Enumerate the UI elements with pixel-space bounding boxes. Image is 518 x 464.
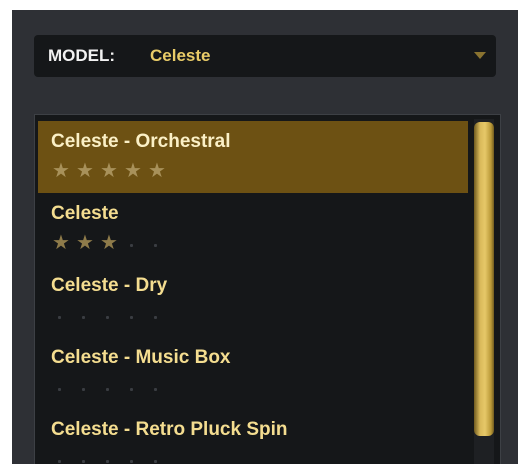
preset-item[interactable]: Celeste - Orchestral ★ ★ ★ ★ ★ — [38, 121, 468, 193]
triangle-down-icon — [474, 52, 486, 59]
preset-list-items: Celeste - Orchestral ★ ★ ★ ★ ★ Celeste ★ ★ ★ C… — [38, 121, 468, 464]
star-filled-icon: ★ — [100, 160, 118, 182]
star-filled-icon: ★ — [52, 160, 70, 182]
star-empty-icon — [52, 449, 76, 464]
preset-item[interactable]: Celeste - Dry — [38, 265, 468, 337]
star-empty-icon — [76, 377, 100, 397]
star-filled-icon: ★ — [148, 160, 166, 182]
preset-name: Celeste - Music Box — [51, 347, 231, 368]
preset-name: Celeste - Orchestral — [51, 131, 231, 152]
preset-name: Celeste — [51, 203, 119, 224]
star-empty-icon — [52, 305, 76, 325]
star-empty-icon — [124, 377, 148, 397]
preset-list: Celeste - Orchestral ★ ★ ★ ★ ★ Celeste ★ ★ ★ C… — [34, 114, 501, 464]
star-empty-icon — [124, 233, 148, 253]
model-label: MODEL: — [48, 46, 116, 65]
star-empty-icon — [148, 305, 172, 325]
preset-item[interactable]: Celeste - Retro Pluck Spin — [38, 409, 468, 464]
star-empty-icon — [148, 233, 172, 253]
star-empty-icon — [148, 377, 172, 397]
rating-stars[interactable] — [52, 449, 172, 464]
preset-item[interactable]: Celeste ★ ★ ★ — [38, 193, 468, 265]
star-empty-icon — [100, 449, 124, 464]
star-empty-icon — [52, 377, 76, 397]
model-value: Celeste — [150, 46, 211, 65]
rating-stars[interactable] — [52, 377, 172, 397]
star-empty-icon — [76, 449, 100, 464]
star-empty-icon — [76, 305, 100, 325]
star-filled-icon: ★ — [76, 160, 94, 182]
star-empty-icon — [100, 377, 124, 397]
star-empty-icon — [124, 449, 148, 464]
star-empty-icon — [124, 305, 148, 325]
star-filled-icon: ★ — [76, 232, 94, 254]
star-filled-icon: ★ — [52, 232, 70, 254]
scrollbar-thumb[interactable] — [474, 122, 494, 436]
preset-name: Celeste - Retro Pluck Spin — [51, 419, 288, 440]
preset-name: Celeste - Dry — [51, 275, 168, 296]
rating-stars[interactable]: ★ ★ ★ — [52, 233, 172, 253]
star-empty-icon — [100, 305, 124, 325]
model-dropdown[interactable]: MODEL: Celeste — [34, 35, 496, 77]
preset-item[interactable]: Celeste - Music Box — [38, 337, 468, 409]
star-filled-icon: ★ — [100, 232, 118, 254]
rating-stars[interactable] — [52, 305, 172, 325]
star-filled-icon: ★ — [124, 160, 142, 182]
star-empty-icon — [148, 449, 172, 464]
rating-stars[interactable]: ★ ★ ★ ★ ★ — [52, 161, 172, 181]
